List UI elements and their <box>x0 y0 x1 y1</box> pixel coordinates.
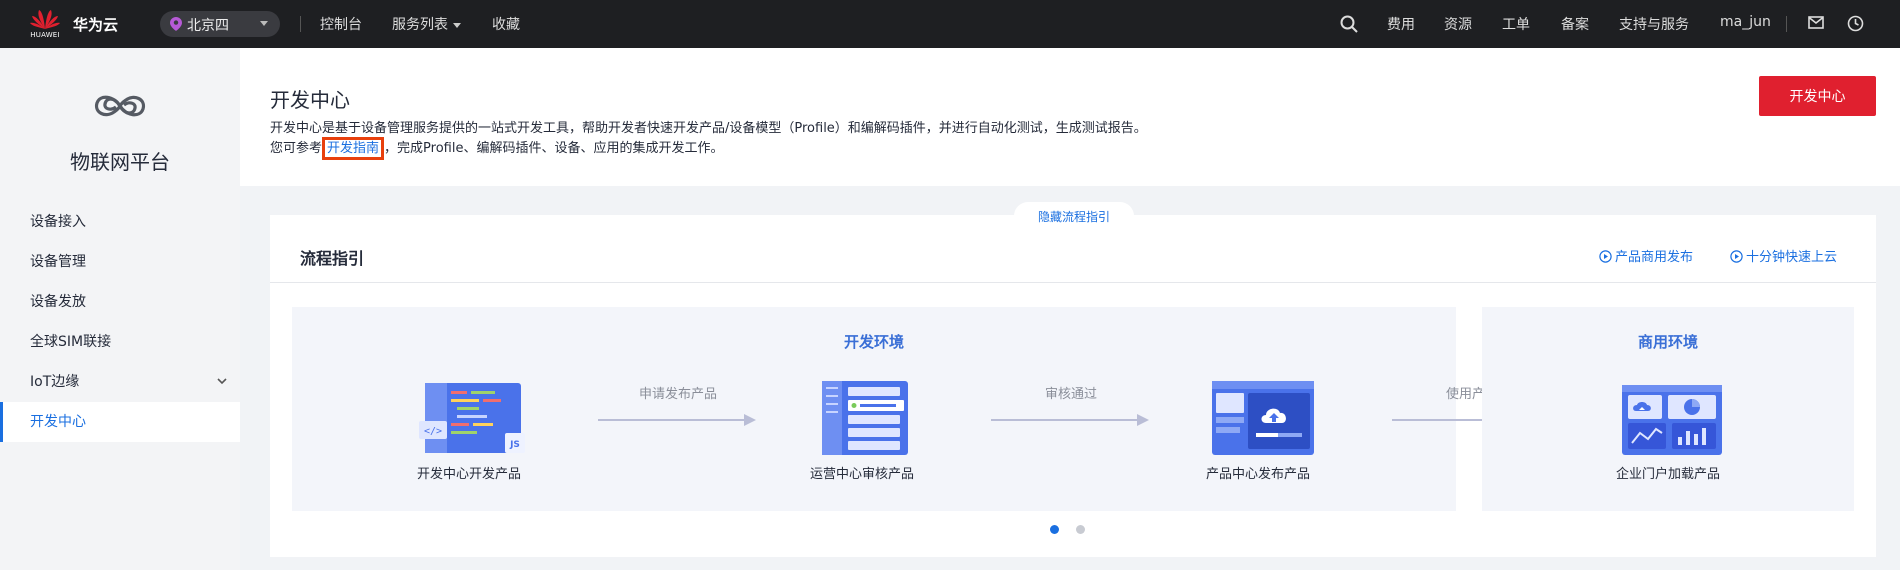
step-label: 开发中心开发产品 <box>416 467 521 482</box>
brand-name[interactable]: 华为云 <box>73 14 118 35</box>
region-selector[interactable]: 北京四 <box>160 11 280 37</box>
product-release-label: 产品商用发布 <box>1615 250 1694 265</box>
arrow-label: 审核通过 <box>1044 387 1097 402</box>
sidebar-item-dev-center[interactable]: 开发中心 <box>0 402 240 442</box>
arrow-right-icon <box>598 414 756 426</box>
nav-resources[interactable]: 资源 <box>1444 14 1472 34</box>
product-release-link[interactable]: 产品商用发布 <box>1599 246 1693 265</box>
cloud-upload-illustration-icon <box>1212 381 1314 455</box>
biz-zone-title: 商用环境 <box>1637 333 1698 351</box>
dev-guide-link[interactable]: 开发指南 <box>322 137 385 160</box>
play-circle-icon <box>1599 250 1612 263</box>
card-title: 流程指引 <box>300 249 365 268</box>
sidebar-item-device-access[interactable]: 设备接入 <box>0 202 240 242</box>
clock-icon[interactable] <box>1847 15 1864 32</box>
search-icon[interactable] <box>1340 15 1358 33</box>
huawei-logo[interactable]: HUAWEI <box>28 7 64 41</box>
mail-icon[interactable] <box>1808 16 1824 29</box>
pager-dot[interactable] <box>1076 525 1085 534</box>
sidebar-item-label: IoT边缘 <box>30 374 80 390</box>
guide-suffix: ，完成Profile、编解码插件、设备、应用的集成开发工作。 <box>384 141 724 156</box>
sidebar-title: 物联网平台 <box>70 150 170 174</box>
page-header: 开发中心 开发中心是基于设备管理服务提供的一站式开发工具，帮助开发者快速开发产品… <box>240 48 1900 186</box>
guide-prefix: 您可参考 <box>270 141 323 156</box>
nav-favorites[interactable]: 收藏 <box>492 14 520 34</box>
nav-billing[interactable]: 费用 <box>1387 14 1415 34</box>
review-list-illustration-icon <box>822 381 908 455</box>
chevron-down-icon <box>260 21 268 26</box>
region-label: 北京四 <box>187 18 229 34</box>
sidebar-item-iot-edge[interactable]: IoT边缘 <box>0 362 240 402</box>
business-environment-zone: 商用环境 企业门户加载产品 <box>1482 307 1854 511</box>
top-nav-bar: HUAWEI 华为云 北京四 控制台 服务列表 收藏 费用 资源 工单 备案 支… <box>0 0 1900 48</box>
nav-filing[interactable]: 备案 <box>1561 14 1589 34</box>
dashboard-illustration-icon <box>1622 385 1722 455</box>
card-header: 流程指引 产品商用发布 十分钟快速上云 <box>270 215 1876 283</box>
process-guide-card: 隐藏流程指引 流程指引 产品商用发布 十分钟快速上云 开发环境 </> JS 开… <box>270 202 1876 557</box>
nav-console[interactable]: 控制台 <box>320 14 362 34</box>
sidebar-item-device-provisioning[interactable]: 设备发放 <box>0 282 240 322</box>
dev-center-button[interactable]: 开发中心 <box>1759 76 1876 116</box>
user-menu[interactable]: ma_jun <box>1720 14 1771 30</box>
nav-service-list[interactable]: 服务列表 <box>392 14 461 34</box>
svg-text:</>: </> <box>424 426 442 437</box>
nav-support[interactable]: 支持与服务 <box>1619 14 1689 34</box>
location-pin-icon <box>170 17 182 31</box>
pager-dot-active[interactable] <box>1050 525 1059 534</box>
step-label: 运营中心审核产品 <box>809 467 914 482</box>
iot-platform-logo-icon <box>94 95 146 117</box>
divider <box>1786 16 1787 32</box>
sidebar: 物联网平台 设备接入 设备管理 设备发放 全球SIM联接 IoT边缘 开发中心 <box>0 48 240 570</box>
chevron-down-icon <box>217 378 227 385</box>
chevron-down-icon <box>453 22 461 28</box>
page-title: 开发中心 <box>270 88 350 112</box>
nav-tickets[interactable]: 工单 <box>1502 14 1530 34</box>
dev-environment-zone: 开发环境 </> JS 开发中心开发产品 申请发布产品 运营中心审核产品 审核通… <box>292 307 1550 511</box>
quick-start-label: 十分钟快速上云 <box>1746 250 1838 265</box>
quick-start-link[interactable]: 十分钟快速上云 <box>1730 246 1837 265</box>
svg-text:JS: JS <box>509 440 520 450</box>
arrow-label: 申请发布产品 <box>638 387 717 402</box>
step-label: 企业门户加载产品 <box>1615 467 1720 482</box>
page-description-guide: 您可参考 开发指南 ，完成Profile、编解码插件、设备、应用的集成开发工作。 <box>270 137 724 160</box>
play-circle-icon <box>1730 250 1743 263</box>
divider <box>300 16 301 32</box>
code-editor-illustration-icon: </> JS <box>419 383 525 453</box>
page-description: 开发中心是基于设备管理服务提供的一站式开发工具，帮助开发者快速开发产品/设备模型… <box>270 121 1147 136</box>
sidebar-item-global-sim[interactable]: 全球SIM联接 <box>0 322 240 362</box>
nav-service-list-label: 服务列表 <box>392 17 448 33</box>
logo-text: HUAWEI <box>30 31 60 39</box>
dev-zone-title: 开发环境 <box>843 333 904 351</box>
arrow-right-icon <box>991 414 1149 426</box>
sidebar-item-device-management[interactable]: 设备管理 <box>0 242 240 282</box>
step-label: 产品中心发布产品 <box>1205 467 1310 482</box>
huawei-logo-icon <box>30 10 60 29</box>
